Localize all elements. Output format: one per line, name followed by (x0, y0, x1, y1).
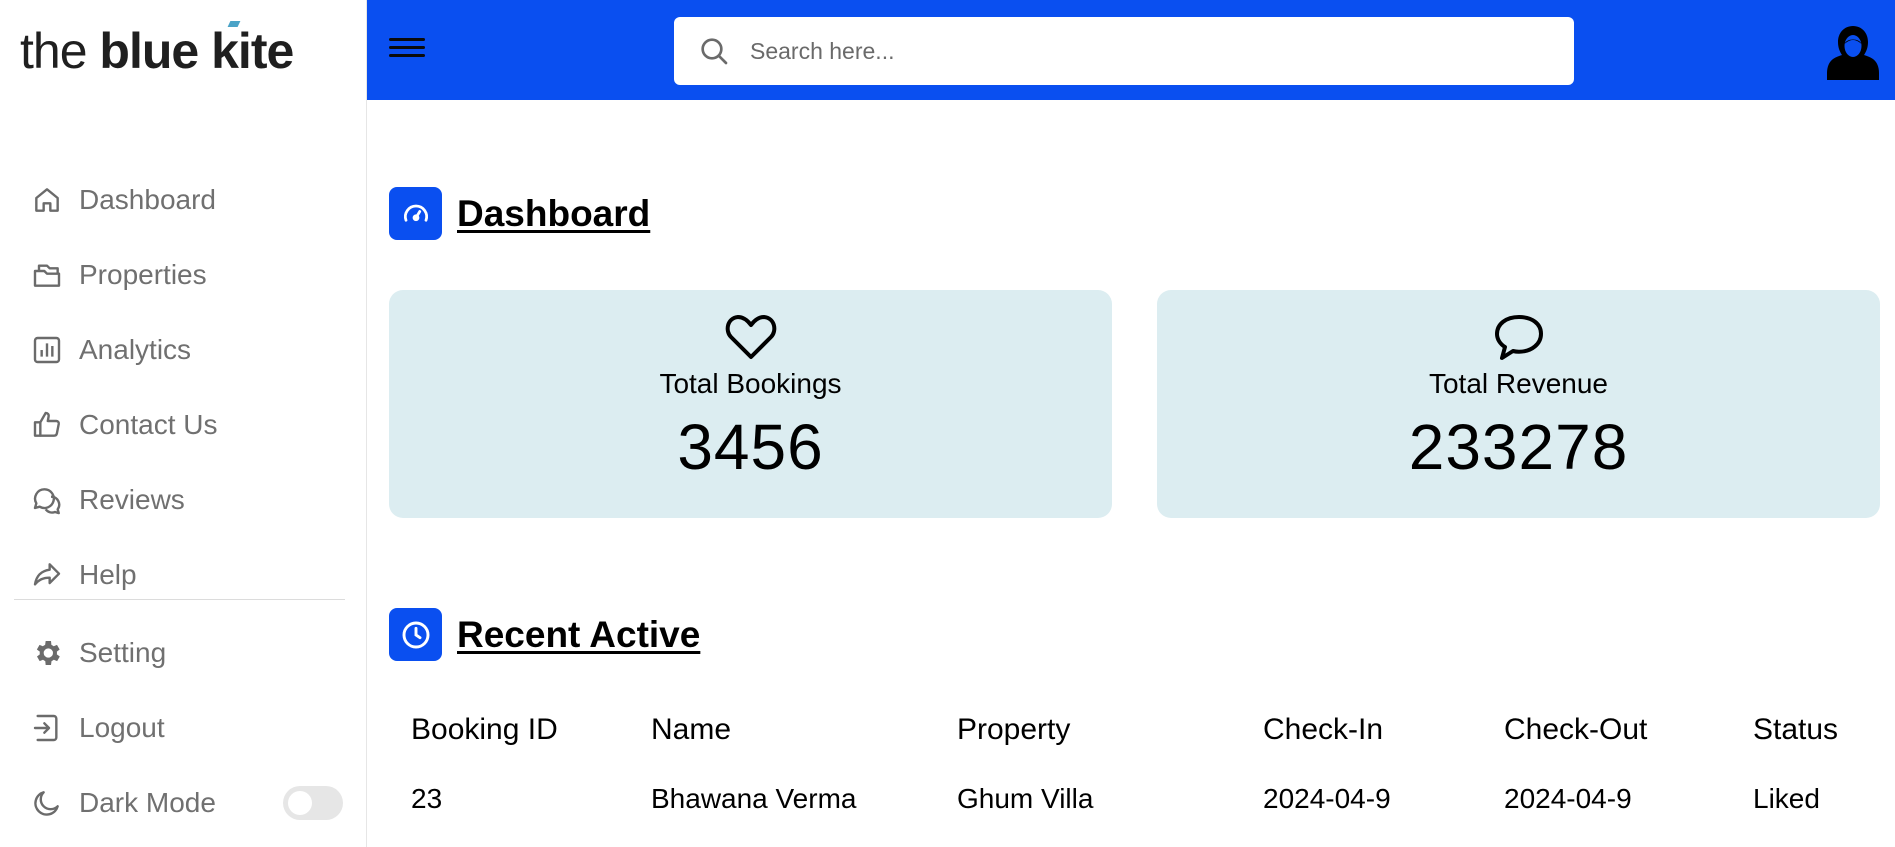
menu-line (389, 46, 425, 49)
sidebar-item-label: Contact Us (79, 408, 218, 440)
logo-text-the: the (20, 23, 88, 79)
cell-check-in: 2024-04-9 (1263, 783, 1391, 814)
sidebar-item-label: Setting (79, 636, 167, 668)
user-avatar-icon[interactable] (1825, 22, 1881, 80)
sidebar-item-dashboard[interactable]: Dashboard (0, 162, 367, 237)
thumbs-up-icon (30, 408, 64, 442)
sidebar-item-label: Analytics (79, 333, 192, 365)
column-header-check-in: Check-In (1263, 713, 1384, 746)
logo-text-kite: kite (211, 21, 294, 79)
cell-check-out: 2024-04-9 (1504, 783, 1632, 814)
heart-icon (389, 312, 1112, 362)
speech-bubble-icon (1157, 312, 1880, 362)
brand-logo[interactable]: the blue kite (20, 21, 294, 79)
menu-line (389, 38, 425, 41)
sidebar-item-logout[interactable]: Logout (0, 690, 367, 765)
topbar (367, 0, 1895, 100)
analytics-icon (30, 333, 64, 367)
logo-text-blue: blue (99, 23, 199, 79)
sidebar-item-analytics[interactable]: Analytics (0, 312, 367, 387)
column-header-name: Name (651, 713, 732, 746)
column-header-check-out: Check-Out (1504, 713, 1648, 746)
dark-mode-toggle[interactable] (283, 785, 343, 820)
sidebar-item-setting[interactable]: Setting (0, 615, 367, 690)
sidebar-item-label: Properties (79, 258, 207, 290)
hamburger-menu-button[interactable] (389, 33, 425, 65)
dashboard-heading: Dashboard (389, 187, 650, 240)
stat-value: 233278 (1408, 411, 1629, 483)
sidebar-item-properties[interactable]: Properties (0, 237, 367, 312)
toggle-knob (288, 790, 312, 815)
sidebar-item-label: Dark Mode (79, 786, 216, 818)
speedometer-icon (389, 187, 442, 240)
stat-label: Total Revenue (1428, 368, 1608, 399)
recent-active-heading: Recent Active (389, 608, 700, 661)
menu-line (389, 54, 425, 57)
sidebar-divider (14, 599, 345, 600)
search-bar (674, 17, 1574, 85)
table-header-row: Booking ID Name Property Check-In Check-… (389, 698, 1895, 762)
section-title[interactable]: Recent Active (457, 614, 700, 656)
sidebar: the blue kite Dashboard Properties Analy… (0, 0, 367, 847)
clock-icon (389, 608, 442, 661)
search-icon[interactable] (698, 35, 730, 67)
stat-card-total-revenue: Total Revenue 233278 (1157, 290, 1880, 518)
sidebar-item-help[interactable]: Help (0, 537, 367, 612)
chat-bubbles-icon (30, 483, 64, 517)
sidebar-item-label: Help (79, 558, 137, 590)
logo-text-kite-label: kite (211, 23, 294, 79)
search-input[interactable] (750, 37, 1530, 65)
sidebar-item-label: Reviews (79, 483, 185, 515)
sidebar-item-label: Dashboard (79, 183, 216, 215)
stat-value: 3456 (677, 411, 824, 483)
cell-booking-id: 23 (411, 783, 443, 814)
home-icon (30, 183, 64, 217)
properties-icon (30, 258, 64, 292)
column-header-property: Property (957, 713, 1071, 746)
column-header-status: Status (1753, 713, 1839, 746)
table-row[interactable]: 23 Bhawana Verma Ghum Villa 2024-04-9 20… (389, 762, 1895, 836)
cell-status: Liked (1753, 783, 1820, 814)
moon-icon (30, 786, 64, 820)
sidebar-item-dark-mode: Dark Mode (0, 765, 367, 840)
sidebar-nav: Dashboard Properties Analytics Contact U… (0, 162, 367, 612)
sidebar-item-contact-us[interactable]: Contact Us (0, 387, 367, 462)
page-title[interactable]: Dashboard (457, 193, 650, 235)
stat-label: Total Bookings (659, 368, 842, 399)
app: the blue kite Dashboard Properties Analy… (0, 0, 1895, 847)
logout-icon (30, 711, 64, 745)
sidebar-item-label: Logout (79, 711, 165, 743)
sidebar-bottom-nav: Setting Logout Dark Mode (0, 615, 367, 840)
column-header-booking-id: Booking ID (411, 713, 558, 746)
cell-property: Ghum Villa (957, 783, 1094, 814)
stat-card-total-bookings: Total Bookings 3456 (389, 290, 1112, 518)
cell-name: Bhawana Verma (651, 783, 857, 814)
share-arrow-icon (30, 558, 64, 592)
gear-icon (30, 636, 64, 670)
sidebar-item-reviews[interactable]: Reviews (0, 462, 367, 537)
recent-activity-table: Booking ID Name Property Check-In Check-… (389, 698, 1895, 836)
